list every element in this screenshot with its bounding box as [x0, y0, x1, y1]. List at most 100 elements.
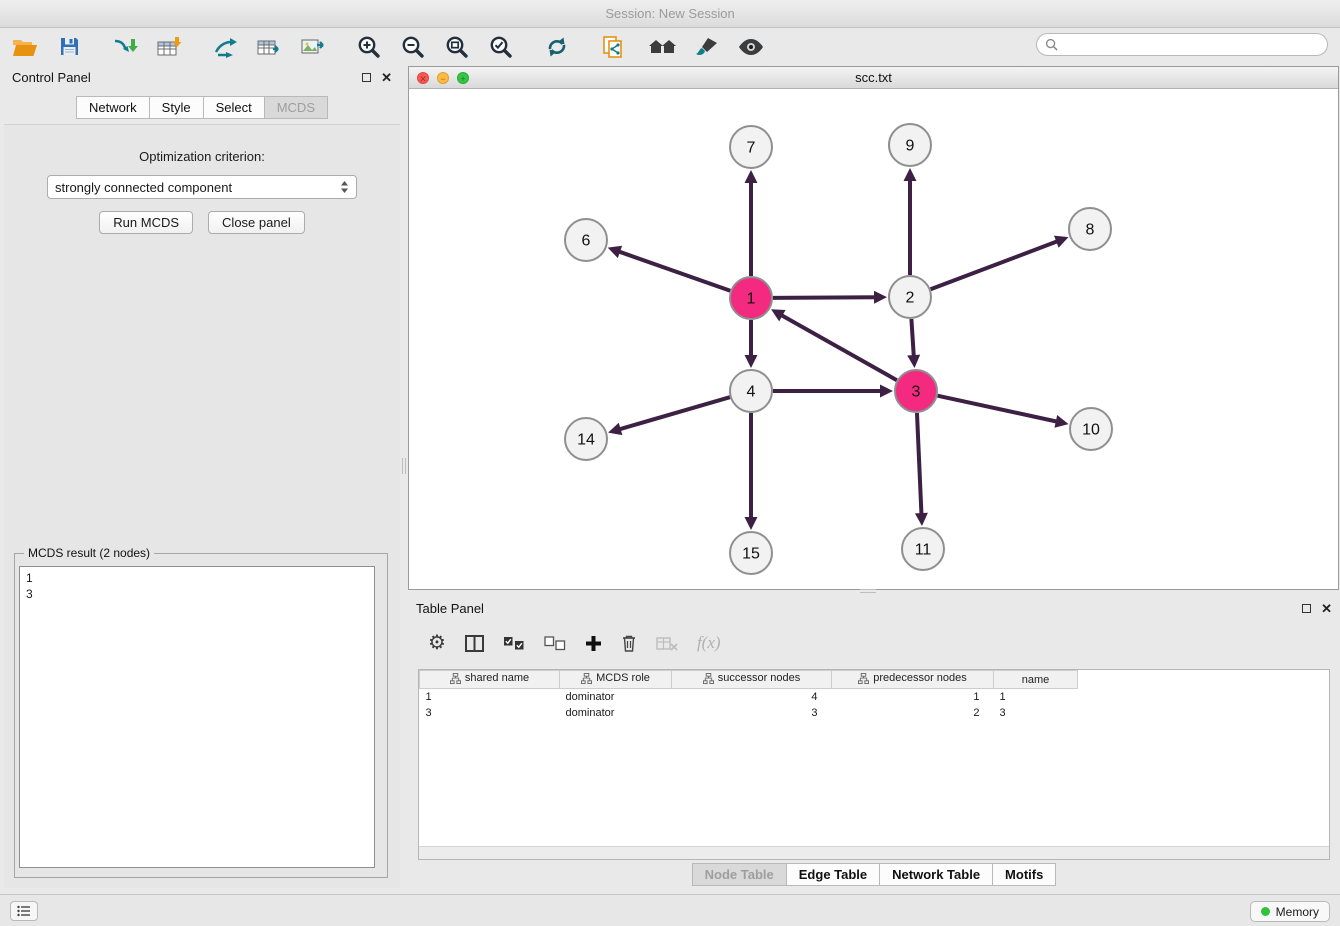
maximize-window-button[interactable]: + — [457, 72, 469, 84]
copy-network-button[interactable] — [596, 32, 630, 62]
apply-layout-button[interactable] — [540, 32, 574, 62]
graph-edge-2-8[interactable] — [931, 241, 1060, 290]
tab-network-table[interactable]: Network Table — [879, 863, 992, 886]
table-horizontal-scrollbar[interactable] — [419, 846, 1329, 859]
optimization-criterion-select[interactable]: strongly connected component — [47, 175, 357, 199]
column-type-icon — [581, 673, 592, 684]
delete-column-button[interactable] — [621, 634, 637, 652]
search-icon — [1045, 38, 1058, 51]
eye-icon — [737, 38, 765, 56]
zoom-fit-button[interactable] — [440, 32, 474, 62]
cell-name[interactable]: 3 — [994, 705, 1078, 721]
result-item[interactable]: 3 — [26, 586, 368, 602]
window-title: Session: New Session — [605, 6, 734, 21]
tab-edge-table[interactable]: Edge Table — [786, 863, 879, 886]
zoom-out-icon — [401, 35, 425, 59]
delete-table-button[interactable] — [656, 636, 678, 651]
graph-edge-arrowhead — [915, 513, 928, 526]
cell-shared-name[interactable]: 3 — [420, 705, 560, 721]
import-network-button[interactable] — [108, 32, 142, 62]
close-panel-icon[interactable]: ✕ — [381, 71, 392, 84]
mcds-result-list[interactable]: 1 3 — [19, 566, 375, 868]
tab-select[interactable]: Select — [203, 96, 264, 119]
show-hide-button[interactable] — [734, 32, 768, 62]
control-panel: Control Panel ✕ Network Style Select MCD… — [4, 66, 400, 888]
cell-mcds-role[interactable]: dominator — [560, 705, 672, 721]
cell-successor-nodes[interactable]: 4 — [672, 689, 832, 705]
zoom-in-button[interactable] — [352, 32, 386, 62]
cell-predecessor-nodes[interactable]: 2 — [832, 705, 994, 721]
export-image-button[interactable] — [296, 32, 330, 62]
graph-edge-2-3[interactable] — [911, 319, 913, 358]
home-views-button[interactable] — [646, 32, 680, 62]
control-panel-header: Control Panel ✕ — [4, 66, 400, 88]
float-panel-icon[interactable] — [362, 73, 371, 82]
graph-node-label-1: 1 — [747, 291, 756, 308]
graph-node-label-14: 14 — [577, 432, 595, 449]
task-history-button[interactable] — [10, 901, 38, 921]
graph-edge-4-14[interactable] — [618, 397, 730, 430]
network-graph[interactable]: 7968124314101511 — [409, 89, 1338, 589]
run-mcds-button[interactable]: Run MCDS — [99, 211, 193, 234]
control-panel-tabs: Network Style Select MCDS — [4, 96, 400, 119]
result-item[interactable]: 1 — [26, 570, 368, 586]
column-type-icon — [858, 673, 869, 684]
graph-edge-3-11[interactable] — [917, 413, 922, 516]
column-header-shared-name[interactable]: shared name — [420, 671, 560, 689]
list-icon — [17, 905, 31, 917]
column-header-name[interactable]: name — [994, 671, 1078, 689]
deselect-all-columns-button[interactable] — [544, 636, 566, 651]
zoom-out-button[interactable] — [396, 32, 430, 62]
function-builder-button[interactable]: f(x) — [697, 633, 721, 653]
memory-button[interactable]: Memory — [1250, 901, 1330, 922]
tab-motifs[interactable]: Motifs — [992, 863, 1056, 886]
copy-document-icon — [601, 35, 625, 59]
cell-mcds-role[interactable]: dominator — [560, 689, 672, 705]
table-row[interactable]: 1 dominator 4 1 1 — [420, 689, 1078, 705]
close-window-button[interactable]: ✕ — [417, 72, 429, 84]
zoom-selected-button[interactable] — [484, 32, 518, 62]
save-session-button[interactable] — [52, 32, 86, 62]
graph-edge-arrowhead — [608, 423, 622, 435]
select-all-columns-button[interactable] — [503, 636, 525, 651]
minimize-window-button[interactable]: − — [437, 72, 449, 84]
save-disk-icon — [59, 36, 80, 57]
show-columns-button[interactable] — [465, 635, 484, 652]
table-row[interactable]: 3 dominator 3 2 3 — [420, 705, 1078, 721]
cell-successor-nodes[interactable]: 3 — [672, 705, 832, 721]
tab-node-table[interactable]: Node Table — [692, 863, 786, 886]
graph-node-label-6: 6 — [582, 233, 591, 250]
horizontal-splitter-handle[interactable] — [860, 589, 876, 593]
create-column-button[interactable] — [585, 635, 602, 652]
graph-edge-3-10[interactable] — [937, 396, 1058, 422]
graph-edge-1-2[interactable] — [773, 297, 877, 298]
close-panel-button[interactable]: Close panel — [208, 211, 305, 234]
search-input[interactable] — [1063, 38, 1313, 52]
column-header-successor-nodes[interactable]: successor nodes — [672, 671, 832, 689]
cell-name[interactable]: 1 — [994, 689, 1078, 705]
tab-mcds[interactable]: MCDS — [264, 96, 328, 119]
graph-edge-1-6[interactable] — [617, 251, 730, 291]
column-header-mcds-role[interactable]: MCDS role — [560, 671, 672, 689]
window-titlebar: Session: New Session — [0, 0, 1340, 28]
network-canvas[interactable]: 7968124314101511 — [409, 89, 1338, 589]
cell-predecessor-nodes[interactable]: 1 — [832, 689, 994, 705]
graph-edge-3-1[interactable] — [780, 314, 897, 380]
table-settings-button[interactable]: ⚙ — [428, 633, 446, 653]
open-session-button[interactable] — [8, 32, 42, 62]
cell-shared-name[interactable]: 1 — [420, 689, 560, 705]
memory-status-icon — [1261, 907, 1270, 916]
tab-style[interactable]: Style — [149, 96, 203, 119]
close-table-panel-icon[interactable]: ✕ — [1321, 602, 1332, 615]
network-window-titlebar[interactable]: ✕ − + scc.txt — [409, 67, 1338, 89]
vertical-splitter-handle[interactable] — [402, 458, 406, 474]
float-table-panel-icon[interactable] — [1302, 604, 1311, 613]
tab-network[interactable]: Network — [76, 96, 149, 119]
import-table-button[interactable] — [152, 32, 186, 62]
export-table-button[interactable] — [252, 32, 286, 62]
style-brush-button[interactable] — [690, 32, 724, 62]
column-header-predecessor-nodes[interactable]: predecessor nodes — [832, 671, 994, 689]
toolbar-search[interactable] — [1036, 33, 1328, 56]
new-network-button[interactable] — [208, 32, 242, 62]
table-panel-tabs: Node Table Edge Table Network Table Moti… — [408, 863, 1340, 886]
